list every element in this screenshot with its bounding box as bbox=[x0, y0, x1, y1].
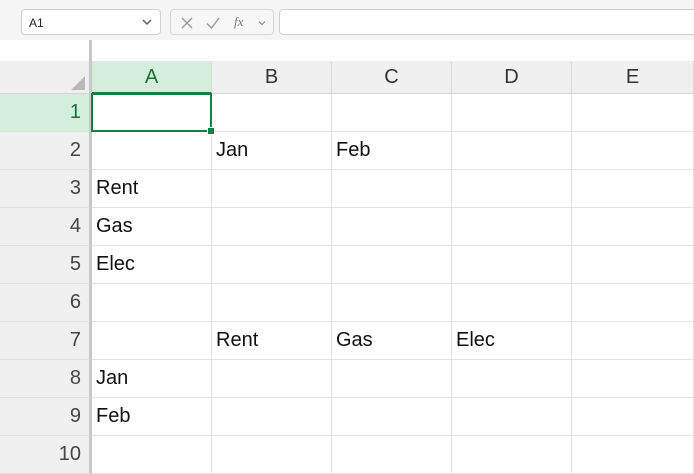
cell-d9[interactable] bbox=[452, 398, 572, 436]
row-header-4[interactable]: 4 bbox=[0, 208, 92, 246]
chevron-down-icon[interactable] bbox=[138, 13, 156, 31]
column-header-e[interactable]: E bbox=[572, 61, 694, 94]
cell-a5[interactable]: Elec bbox=[92, 246, 212, 284]
cell-c6[interactable] bbox=[332, 284, 452, 322]
formula-actions: fx bbox=[170, 9, 274, 35]
column-header-c[interactable]: C bbox=[332, 61, 452, 94]
frozen-divider bbox=[89, 40, 92, 61]
name-box-value: A1 bbox=[29, 16, 44, 30]
cell-a8[interactable]: Jan bbox=[92, 360, 212, 398]
cell-e3[interactable] bbox=[572, 170, 694, 208]
cell-c2[interactable]: Feb bbox=[332, 132, 452, 170]
cell-b5[interactable] bbox=[212, 246, 332, 284]
formula-input[interactable] bbox=[279, 9, 694, 35]
cell-d4[interactable] bbox=[452, 208, 572, 246]
cell-c1[interactable] bbox=[332, 94, 452, 132]
column-header-a[interactable]: A bbox=[92, 61, 212, 94]
cell-a6[interactable] bbox=[92, 284, 212, 322]
row-header-3[interactable]: 3 bbox=[0, 170, 92, 208]
cell-b4[interactable] bbox=[212, 208, 332, 246]
cell-a2[interactable] bbox=[92, 132, 212, 170]
spreadsheet-grid: A B C D E 1 2 Jan Feb 3 Rent 4 Gas 5 Elec 6 7 Rent Gas Elec… bbox=[0, 40, 694, 474]
cell-b9[interactable] bbox=[212, 398, 332, 436]
row-header-9[interactable]: 9 bbox=[0, 398, 92, 436]
cell-d7[interactable]: Elec bbox=[452, 322, 572, 360]
select-all-corner[interactable] bbox=[0, 61, 92, 94]
cell-d2[interactable] bbox=[452, 132, 572, 170]
row-header-1[interactable]: 1 bbox=[0, 94, 92, 132]
cell-e10[interactable] bbox=[572, 436, 694, 474]
row-header-7[interactable]: 7 bbox=[0, 322, 92, 360]
cell-a3[interactable]: Rent bbox=[92, 170, 212, 208]
cell-e9[interactable] bbox=[572, 398, 694, 436]
cell-b10[interactable] bbox=[212, 436, 332, 474]
grid-top-gap bbox=[0, 40, 694, 61]
cell-b1[interactable] bbox=[212, 94, 332, 132]
cell-a9[interactable]: Feb bbox=[92, 398, 212, 436]
cell-b3[interactable] bbox=[212, 170, 332, 208]
row-header-10[interactable]: 10 bbox=[0, 436, 92, 474]
cell-c8[interactable] bbox=[332, 360, 452, 398]
cell-e2[interactable] bbox=[572, 132, 694, 170]
cell-c7[interactable]: Gas bbox=[332, 322, 452, 360]
row-header-8[interactable]: 8 bbox=[0, 360, 92, 398]
name-box[interactable]: A1 bbox=[21, 9, 161, 35]
row-header-6[interactable]: 6 bbox=[0, 284, 92, 322]
cancel-icon[interactable] bbox=[178, 14, 196, 32]
cell-d8[interactable] bbox=[452, 360, 572, 398]
formula-bar: A1 fx bbox=[0, 0, 694, 41]
insert-function-icon[interactable]: fx bbox=[234, 14, 243, 30]
cell-c10[interactable] bbox=[332, 436, 452, 474]
cell-b8[interactable] bbox=[212, 360, 332, 398]
cell-e4[interactable] bbox=[572, 208, 694, 246]
cell-d1[interactable] bbox=[452, 94, 572, 132]
cell-d3[interactable] bbox=[452, 170, 572, 208]
column-header-d[interactable]: D bbox=[452, 61, 572, 94]
cell-e6[interactable] bbox=[572, 284, 694, 322]
column-header-b[interactable]: B bbox=[212, 61, 332, 94]
active-cell-border[interactable] bbox=[91, 93, 212, 132]
cell-d6[interactable] bbox=[452, 284, 572, 322]
cell-a10[interactable] bbox=[92, 436, 212, 474]
select-all-icon bbox=[71, 76, 85, 90]
cell-b7[interactable]: Rent bbox=[212, 322, 332, 360]
cell-a7[interactable] bbox=[92, 322, 212, 360]
fx-chevron-down-icon[interactable] bbox=[257, 18, 267, 28]
cell-b6[interactable] bbox=[212, 284, 332, 322]
cell-e7[interactable] bbox=[572, 322, 694, 360]
cell-e1[interactable] bbox=[572, 94, 694, 132]
cell-e5[interactable] bbox=[572, 246, 694, 284]
cell-a4[interactable]: Gas bbox=[92, 208, 212, 246]
cell-c4[interactable] bbox=[332, 208, 452, 246]
cell-d10[interactable] bbox=[452, 436, 572, 474]
cell-c9[interactable] bbox=[332, 398, 452, 436]
cell-e8[interactable] bbox=[572, 360, 694, 398]
confirm-check-icon[interactable] bbox=[204, 14, 222, 32]
fill-handle[interactable] bbox=[207, 127, 215, 135]
cell-c3[interactable] bbox=[332, 170, 452, 208]
cell-d5[interactable] bbox=[452, 246, 572, 284]
cell-c5[interactable] bbox=[332, 246, 452, 284]
row-header-2[interactable]: 2 bbox=[0, 132, 92, 170]
cell-b2[interactable]: Jan bbox=[212, 132, 332, 170]
row-header-5[interactable]: 5 bbox=[0, 246, 92, 284]
